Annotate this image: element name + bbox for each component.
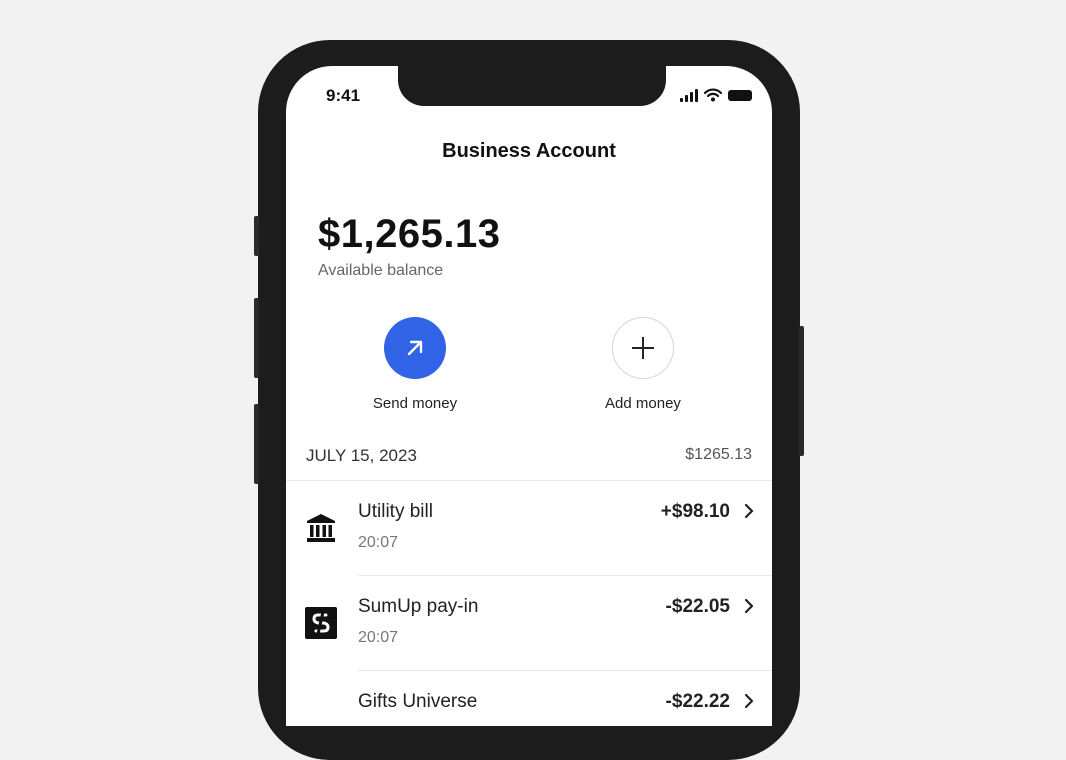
transaction-row[interactable]: SumUp pay-in 20:07 -$22.05 [286,576,772,671]
transaction-amount: -$22.22 [665,691,730,712]
volume-down-button [254,404,259,484]
mute-switch [254,216,259,256]
transactions-date: JULY 15, 2023 [306,446,417,465]
transaction-amount: +$98.10 [660,501,730,522]
chevron-right-icon [744,598,754,614]
transactions-date-header: JULY 15, 2023 $1265.13 [306,446,752,466]
page-title: Business Account [442,140,616,162]
cellular-signal-icon [680,89,698,102]
battery-icon [728,90,752,101]
status-time: 9:41 [326,86,361,105]
send-money-label: Send money [372,395,458,412]
bank-icon [304,511,338,545]
wifi-icon [704,88,722,102]
transaction-amount: -$22.05 [665,596,730,617]
send-money-button[interactable]: Send money [345,317,485,412]
sumup-logo-icon [304,606,338,640]
transaction-time: 20:07 [358,629,399,646]
gift-icon [304,701,338,726]
transaction-row[interactable]: Utility bill 20:07 +$98.10 [286,481,772,576]
transaction-name: SumUp pay-in [358,596,479,617]
transaction-time: 20:07 [358,534,399,551]
arrow-up-right-icon [407,340,423,356]
transaction-name: Gifts Universe [358,691,478,712]
app-screen: 9:41 Business Account $1,265.13 Availabl… [286,66,772,726]
status-icons [680,88,752,102]
add-money-label: Add money [605,395,681,412]
balance-amount: $1,265.13 [318,212,501,256]
balance-label: Available balance [318,262,444,279]
send-money-circle[interactable] [384,317,446,379]
add-money-button[interactable]: Add money [573,317,713,412]
transaction-row[interactable]: Gifts Universe -$22.22 [286,671,772,726]
plus-icon [632,337,654,359]
chevron-right-icon [744,693,754,709]
volume-up-button [254,298,259,378]
power-button [799,326,804,456]
chevron-right-icon [744,503,754,519]
transaction-name: Utility bill [358,501,433,522]
notch [398,66,666,106]
transactions-day-total: $1265.13 [685,446,752,463]
add-money-circle[interactable] [612,317,674,379]
